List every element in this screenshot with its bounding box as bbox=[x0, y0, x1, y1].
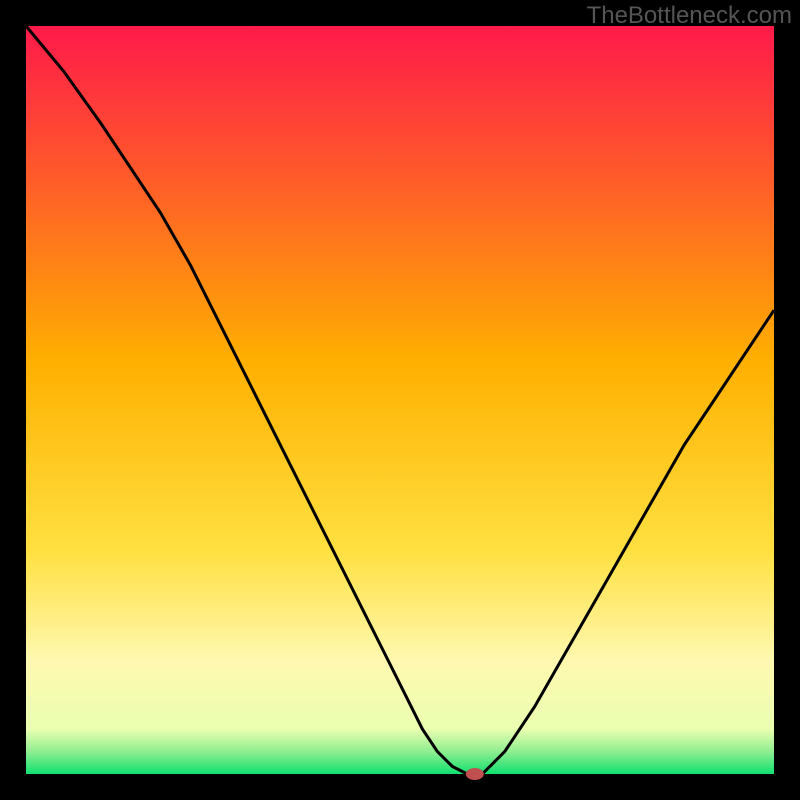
bottleneck-chart: TheBottleneck.com bbox=[0, 0, 800, 800]
optimal-point-marker bbox=[466, 768, 484, 780]
watermark-text: TheBottleneck.com bbox=[587, 2, 792, 30]
chart-svg bbox=[0, 0, 800, 800]
plot-background bbox=[26, 26, 774, 774]
